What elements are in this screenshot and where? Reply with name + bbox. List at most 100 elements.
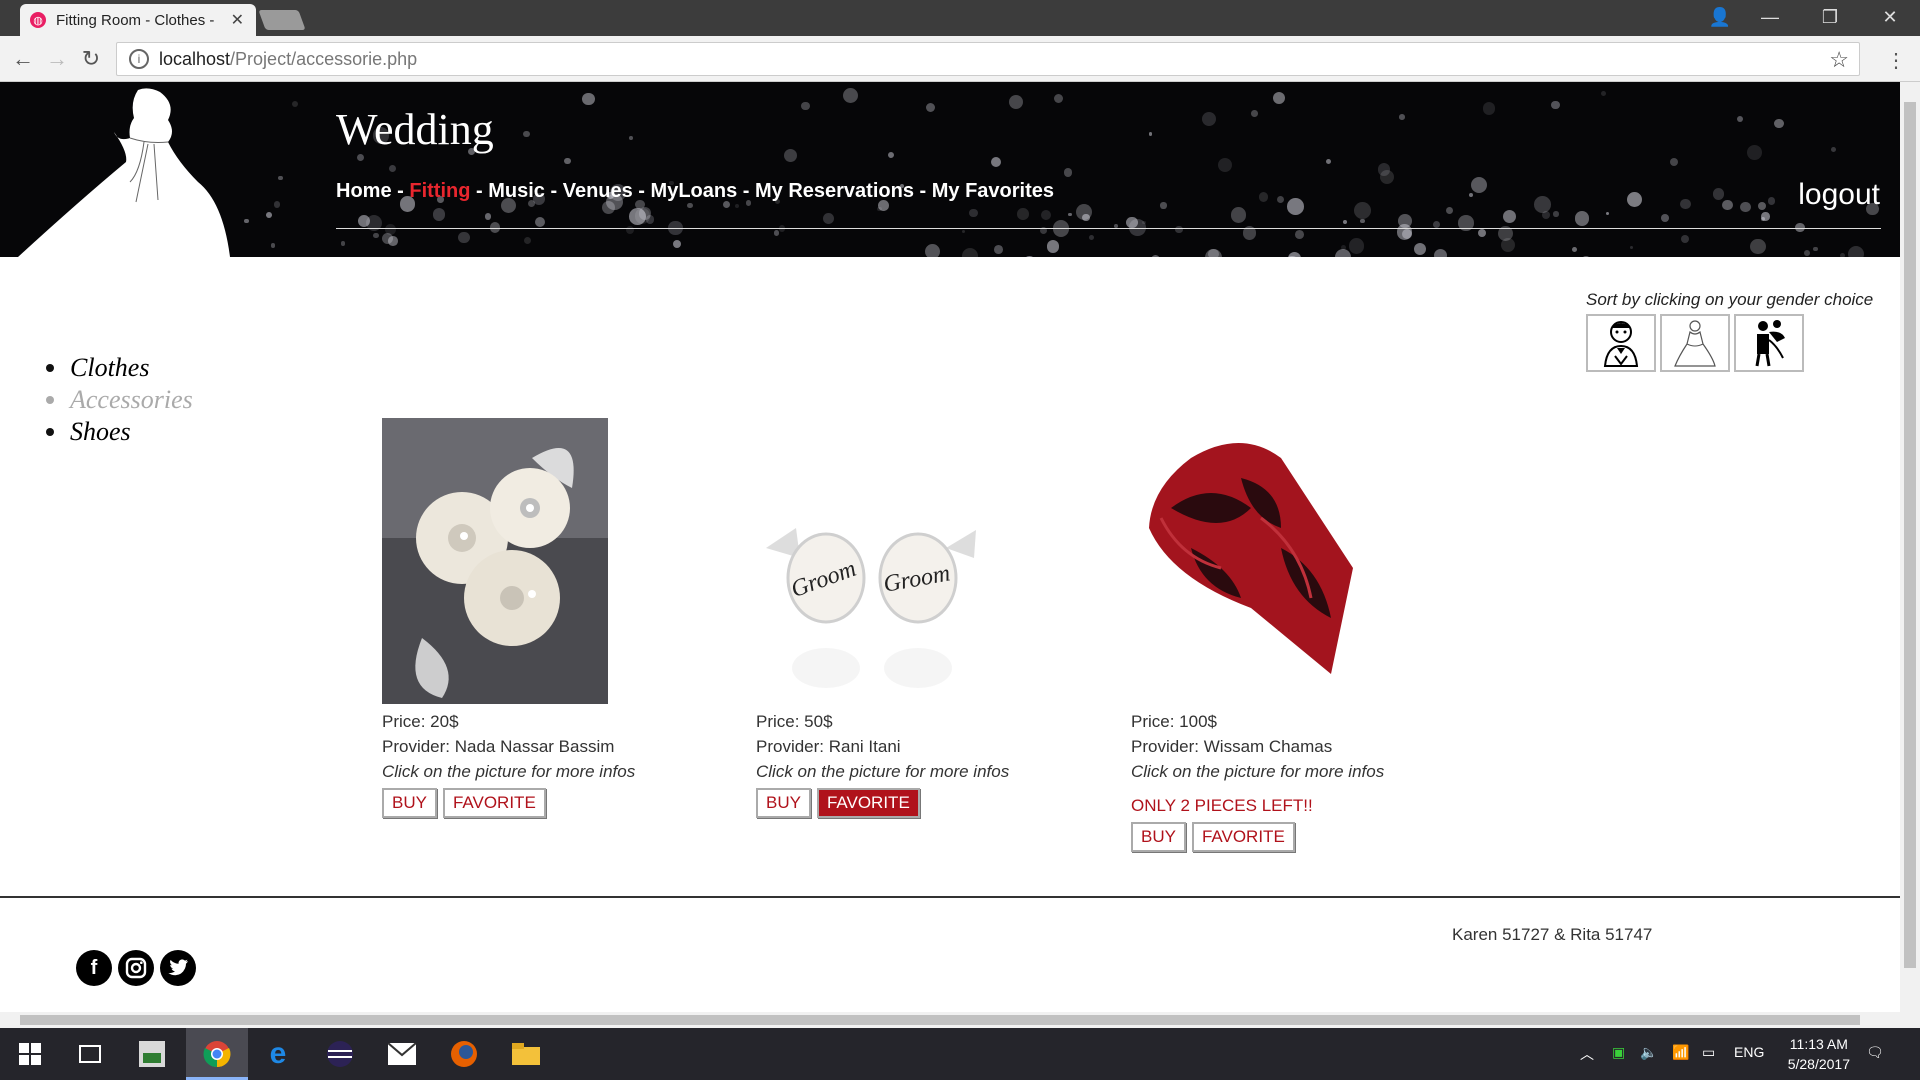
twitter-icon[interactable] bbox=[160, 950, 196, 986]
eclipse-icon[interactable] bbox=[324, 1038, 356, 1070]
bokeh-dot bbox=[1054, 93, 1064, 104]
buy-button[interactable]: BUY bbox=[756, 788, 811, 818]
bokeh-dot bbox=[1082, 213, 1091, 222]
bokeh-dot bbox=[1230, 207, 1247, 223]
minimize-icon[interactable]: — bbox=[1740, 0, 1800, 34]
main-nav: Home - Fitting - Music - Venues - MyLoan… bbox=[336, 180, 1055, 202]
firefox-icon[interactable] bbox=[448, 1038, 480, 1070]
couple-icon bbox=[1755, 320, 1785, 367]
favorite-button[interactable]: FAVORITE bbox=[442, 788, 546, 818]
mail-icon[interactable] bbox=[386, 1038, 418, 1070]
category-item-clothes[interactable]: Clothes bbox=[46, 352, 193, 384]
bokeh-dot bbox=[389, 165, 397, 173]
browser-menu-icon[interactable]: ⋮ bbox=[1886, 48, 1906, 73]
tab-title: Fitting Room - Clothes - bbox=[56, 11, 215, 29]
bokeh-dot bbox=[265, 212, 272, 219]
url-input[interactable]: i localhost/Project/accessorie.php ☆ bbox=[116, 42, 1860, 76]
browser-tab[interactable]: ◍ Fitting Room - Clothes - ✕ bbox=[20, 4, 256, 36]
horizontal-scrollbar[interactable] bbox=[0, 1012, 1920, 1028]
site-info-icon[interactable]: i bbox=[129, 49, 149, 69]
language-indicator[interactable]: ENG bbox=[1734, 1044, 1764, 1060]
bokeh-dot bbox=[842, 87, 858, 104]
bokeh-dot bbox=[1553, 211, 1559, 217]
sort-groom-button[interactable] bbox=[1586, 314, 1656, 372]
nav-my-favorites[interactable]: My Favorites bbox=[932, 180, 1054, 202]
facebook-icon[interactable]: f bbox=[76, 950, 112, 986]
vertical-scrollbar[interactable] bbox=[1900, 82, 1920, 1012]
nav-music[interactable]: Music bbox=[488, 180, 545, 202]
product-image-red-paisley-tie[interactable] bbox=[1131, 418, 1357, 704]
sort-couple-button[interactable] bbox=[1734, 314, 1804, 372]
bokeh-dot bbox=[1251, 110, 1258, 117]
product-image-groom-cufflinks[interactable]: Groom Groom bbox=[756, 418, 982, 704]
windows-taskbar: e ︿ ▣ 🔈 📶 ▭ ENG 11:13 AM 5/28/2017 🗨 bbox=[0, 1028, 1920, 1080]
close-window-icon[interactable]: ✕ bbox=[1860, 0, 1920, 34]
product-price: Price: 100$ bbox=[1131, 712, 1217, 731]
back-arrow-icon[interactable]: ← bbox=[8, 44, 38, 74]
nav-fitting[interactable]: Fitting bbox=[409, 180, 470, 202]
nav-home[interactable]: Home bbox=[336, 180, 392, 202]
bokeh-dot bbox=[1601, 91, 1607, 97]
product-image-flower-hairpiece[interactable] bbox=[382, 418, 608, 704]
bokeh-dot bbox=[1629, 245, 1634, 250]
spreadsheet-app-icon[interactable] bbox=[136, 1038, 168, 1070]
bokeh-dot bbox=[1534, 195, 1552, 213]
new-tab-button[interactable] bbox=[258, 10, 306, 30]
bokeh-dot bbox=[626, 225, 635, 235]
close-tab-icon[interactable]: ✕ bbox=[231, 10, 244, 30]
instagram-icon[interactable] bbox=[118, 950, 154, 986]
file-explorer-icon[interactable] bbox=[510, 1038, 542, 1070]
bokeh-dot bbox=[1063, 168, 1073, 177]
edge-icon[interactable]: e bbox=[262, 1037, 294, 1070]
category-item-shoes[interactable]: Shoes bbox=[46, 416, 193, 448]
site-favicon-icon: ◍ bbox=[30, 12, 46, 28]
bokeh-dot bbox=[1722, 199, 1733, 211]
bokeh-dot bbox=[1287, 198, 1304, 215]
system-clock[interactable]: 11:13 AM 5/28/2017 bbox=[1788, 1034, 1850, 1074]
bokeh-dot bbox=[1680, 234, 1689, 243]
browser-tab-strip: ◍ Fitting Room - Clothes - ✕ 👤 — ❐ ✕ bbox=[0, 0, 1920, 36]
bokeh-dot bbox=[734, 204, 739, 209]
buy-button[interactable]: BUY bbox=[1131, 822, 1186, 852]
volume-icon[interactable]: 🔈 bbox=[1640, 1044, 1657, 1061]
bokeh-dot bbox=[1287, 252, 1301, 257]
bokeh-dot bbox=[1740, 201, 1751, 212]
product-card: Price: 100$ Provider: Wissam Chamas Clic… bbox=[1131, 418, 1384, 852]
tray-chevron-icon[interactable]: ︿ bbox=[1580, 1044, 1594, 1064]
nav-myloans[interactable]: MyLoans bbox=[651, 180, 738, 202]
bokeh-dot bbox=[1582, 255, 1590, 257]
battery-icon[interactable]: ▭ bbox=[1702, 1044, 1715, 1061]
network-icon[interactable]: 📶 bbox=[1672, 1044, 1689, 1061]
logout-link[interactable]: logout bbox=[1798, 178, 1880, 212]
sort-bride-button[interactable] bbox=[1660, 314, 1730, 372]
nav-divider bbox=[336, 228, 1881, 229]
site-title: Wedding bbox=[336, 105, 494, 154]
reload-icon[interactable]: ↻ bbox=[76, 44, 106, 74]
bokeh-dot bbox=[1761, 212, 1770, 221]
tray-app-icon[interactable]: ▣ bbox=[1612, 1044, 1625, 1061]
page-viewport: Wedding Home - Fitting - Music - Venues … bbox=[0, 82, 1900, 1012]
restore-icon[interactable]: ❐ bbox=[1800, 0, 1860, 34]
bokeh-dot bbox=[1767, 197, 1776, 206]
category-item-accessories[interactable]: Accessories bbox=[46, 384, 193, 416]
bokeh-dot bbox=[244, 218, 249, 224]
footer-credit: Karen 51727 & Rita 51747 bbox=[1452, 925, 1653, 944]
product-price: Price: 50$ bbox=[756, 712, 833, 731]
windows-start-icon[interactable] bbox=[14, 1038, 46, 1070]
bokeh-dot bbox=[1847, 246, 1864, 257]
nav-venues[interactable]: Venues bbox=[563, 180, 633, 202]
notification-center-icon[interactable]: 🗨 bbox=[1866, 1044, 1884, 1061]
nav-my-reservations[interactable]: My Reservations bbox=[755, 180, 914, 202]
bokeh-dot bbox=[1482, 102, 1495, 115]
forward-arrow-icon[interactable]: → bbox=[42, 44, 72, 74]
favorite-button[interactable]: FAVORITE bbox=[816, 788, 920, 818]
favorite-button[interactable]: FAVORITE bbox=[1191, 822, 1295, 852]
bokeh-dot bbox=[1736, 115, 1743, 122]
chrome-icon[interactable] bbox=[201, 1038, 233, 1070]
bokeh-dot bbox=[1669, 157, 1679, 167]
buy-button[interactable]: BUY bbox=[382, 788, 437, 818]
task-view-icon[interactable] bbox=[74, 1038, 106, 1070]
bokeh-dot bbox=[1661, 214, 1670, 222]
bookmark-star-icon[interactable]: ☆ bbox=[1829, 47, 1849, 73]
bokeh-dot bbox=[535, 217, 546, 228]
